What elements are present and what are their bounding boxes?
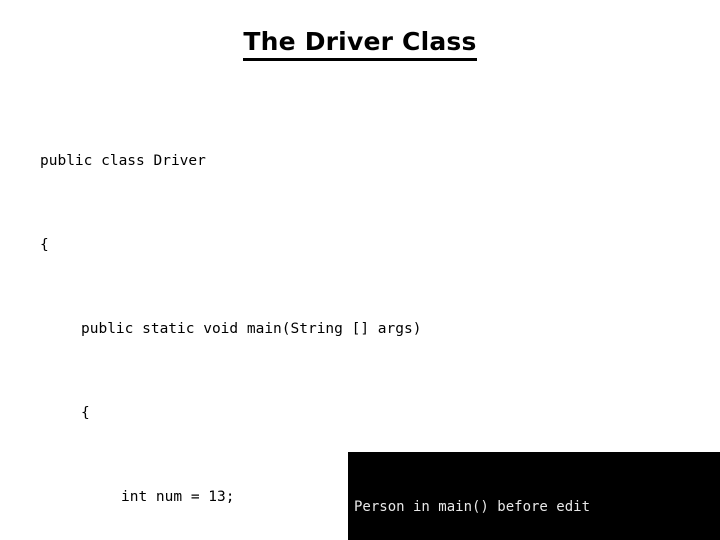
slide-canvas: The Driver Class public class Driver { p… [0, 0, 720, 540]
console-line: Person in main() before edit [354, 499, 591, 515]
page-title-text: The Driver Class [243, 27, 477, 61]
console-output-panel: Person in main() before edit none -1 Num… [348, 452, 720, 540]
code-line: public static void main(String [] args) [81, 321, 422, 337]
code-line: public class Driver [40, 153, 206, 169]
code-line: { [40, 237, 49, 253]
code-line: { [81, 405, 90, 421]
page-title: The Driver Class [0, 27, 720, 61]
console-output-lines: Person in main() before edit none -1 Num… [348, 452, 720, 540]
